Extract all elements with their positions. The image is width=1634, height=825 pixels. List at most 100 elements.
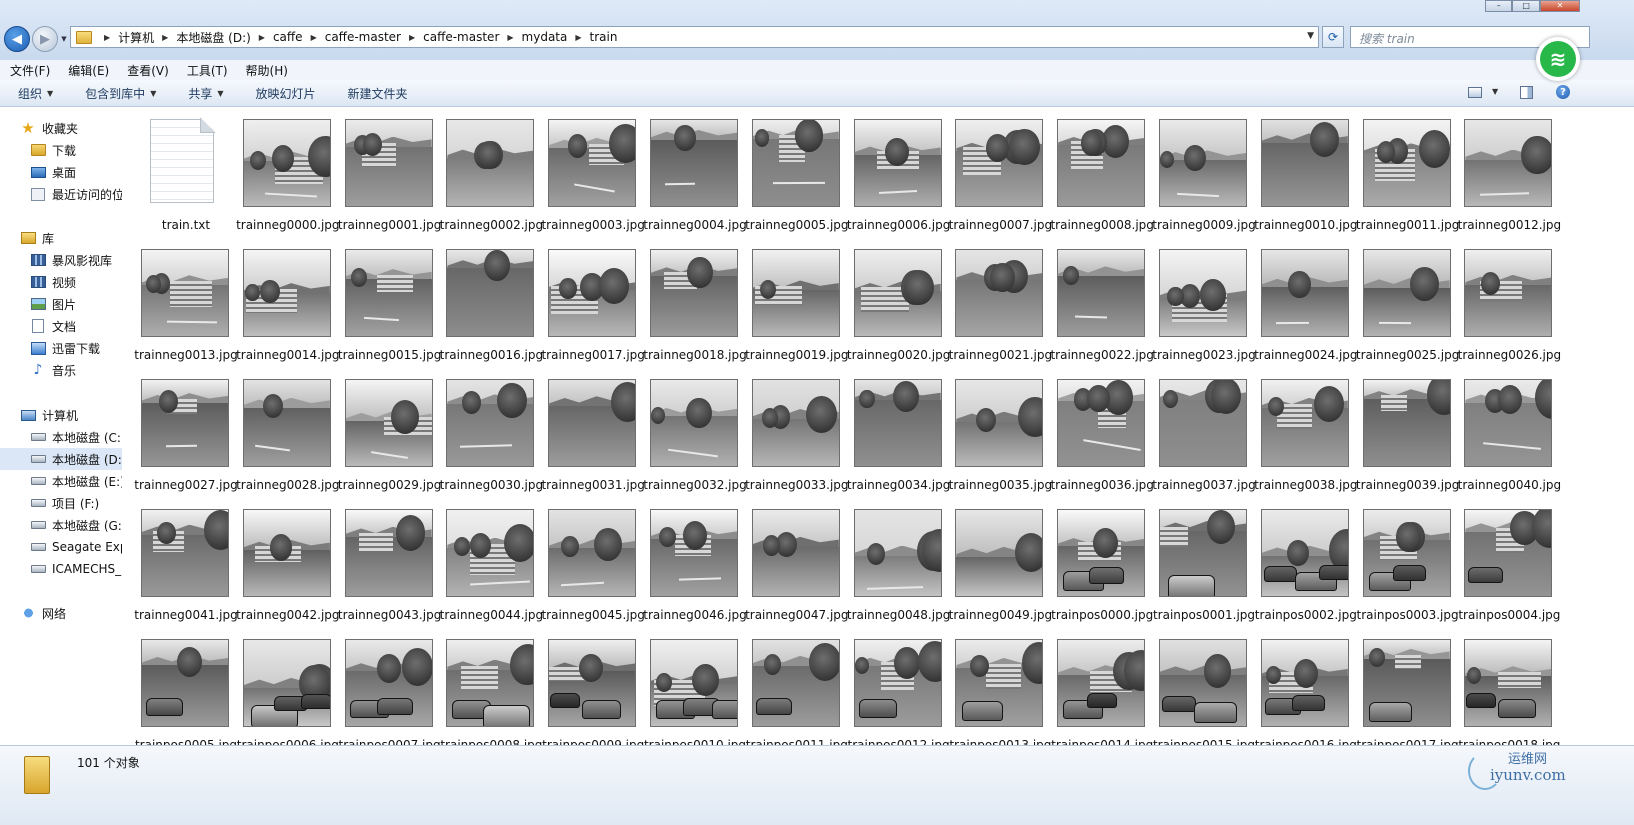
nav-item-drive-g[interactable]: 本地磁盘 (G:)	[0, 514, 122, 536]
nav-item-drive-c[interactable]: 本地磁盘 (C:)	[0, 426, 122, 448]
chevron-right-icon[interactable]: ▶	[311, 33, 317, 42]
file-item[interactable]: trainneg0035.jpg	[949, 375, 1052, 499]
include-in-library-button[interactable]: 包含到库中 ▼	[67, 85, 170, 102]
file-item[interactable]: trainneg0047.jpg	[745, 505, 849, 629]
breadcrumb-item[interactable]: ▶ mydata	[499, 30, 567, 44]
file-item[interactable]: train.txt	[138, 115, 234, 239]
file-item[interactable]: trainneg0021.jpg	[949, 245, 1052, 369]
nav-item-thunder-downloads[interactable]: 迅雷下载	[0, 337, 122, 359]
file-item[interactable]: trainpos0004.jpg	[1458, 505, 1560, 629]
file-item[interactable]: trainneg0031.jpg	[541, 375, 645, 499]
nav-item-documents[interactable]: 文档	[0, 315, 122, 337]
nav-item-pictures[interactable]: 图片	[0, 293, 122, 315]
file-item[interactable]: trainneg0016.jpg	[440, 245, 543, 369]
history-dropdown-icon[interactable]: ▼	[59, 34, 69, 44]
file-item[interactable]: trainneg0025.jpg	[1356, 245, 1459, 369]
menu-item[interactable]: 工具(T)	[177, 62, 236, 79]
file-item[interactable]: trainneg0000.jpg	[236, 115, 340, 239]
file-item[interactable]: trainneg0048.jpg	[847, 505, 950, 629]
nav-item-recent-places[interactable]: 最近访问的位置	[0, 183, 122, 205]
organize-button[interactable]: 组织 ▼	[0, 85, 67, 102]
nav-item-drive-f[interactable]: 项目 (F:)	[0, 492, 122, 514]
file-item[interactable]: trainpos0014.jpg	[1051, 635, 1153, 745]
preview-pane-icon[interactable]	[1520, 86, 1533, 99]
file-item[interactable]: trainpos0006.jpg	[237, 635, 339, 745]
chevron-right-icon[interactable]: ▶	[104, 33, 110, 42]
file-item[interactable]: trainpos0012.jpg	[848, 635, 950, 745]
nav-item-drive-d[interactable]: 本地磁盘 (D:)	[0, 448, 122, 470]
file-item[interactable]: trainpos0010.jpg	[644, 635, 746, 745]
address-dropdown-icon[interactable]: ▼	[1307, 31, 1314, 41]
file-item[interactable]: trainneg0003.jpg	[541, 115, 645, 239]
menu-item[interactable]: 文件(F)	[0, 62, 58, 79]
file-item[interactable]: trainneg0009.jpg	[1152, 115, 1256, 239]
nav-item-desktop[interactable]: 桌面	[0, 161, 122, 183]
new-folder-button[interactable]: 新建文件夹	[330, 85, 422, 102]
back-arrow-icon[interactable]: ◀	[4, 26, 30, 52]
file-item[interactable]: trainneg0011.jpg	[1356, 115, 1459, 239]
chevron-right-icon[interactable]: ▶	[162, 33, 168, 42]
file-item[interactable]: trainneg0044.jpg	[440, 505, 543, 629]
wifi-icon[interactable]: ≋	[1536, 37, 1580, 81]
nav-favorites[interactable]: ★ 收藏夹	[0, 117, 122, 139]
refresh-icon[interactable]: ⟳	[1322, 26, 1344, 48]
address-bar[interactable]: ▶ 计算机 ▶ 本地磁盘 (D:) ▶ caffe ▶ caffe-master ▶ caffe-…	[70, 26, 1319, 48]
breadcrumb-item[interactable]: ▶ caffe-master	[303, 30, 401, 44]
chevron-right-icon[interactable]: ▶	[409, 33, 415, 42]
file-item[interactable]: trainneg0028.jpg	[236, 375, 340, 499]
file-item[interactable]: trainneg0040.jpg	[1458, 375, 1561, 499]
help-icon[interactable]: ?	[1556, 85, 1570, 99]
menu-item[interactable]: 查看(V)	[117, 62, 177, 79]
file-item[interactable]: trainneg0032.jpg	[643, 375, 747, 499]
file-item[interactable]: trainneg0037.jpg	[1152, 375, 1256, 499]
file-item[interactable]: trainpos0016.jpg	[1255, 635, 1357, 745]
file-item[interactable]: trainneg0001.jpg	[338, 115, 441, 239]
file-item[interactable]: trainpos0007.jpg	[339, 635, 441, 745]
file-item[interactable]: trainpos0013.jpg	[949, 635, 1051, 745]
nav-item-music[interactable]: ♪ 音乐	[0, 359, 122, 381]
nav-item-videos[interactable]: 视频	[0, 271, 122, 293]
file-item[interactable]: trainneg0008.jpg	[1050, 115, 1154, 239]
file-item[interactable]: trainneg0026.jpg	[1458, 245, 1561, 369]
file-item[interactable]: trainneg0020.jpg	[847, 245, 950, 369]
file-item[interactable]: trainneg0036.jpg	[1050, 375, 1154, 499]
close-button[interactable]: ✕	[1539, 0, 1580, 12]
file-item[interactable]: trainneg0018.jpg	[643, 245, 747, 369]
change-view-icon[interactable]	[1468, 87, 1482, 98]
minimize-button[interactable]: –	[1485, 0, 1513, 12]
menu-item[interactable]: 帮助(H)	[236, 62, 296, 79]
file-item[interactable]: trainpos0001.jpg	[1153, 505, 1255, 629]
file-item[interactable]: trainpos0000.jpg	[1051, 505, 1153, 629]
file-item[interactable]: trainpos0017.jpg	[1357, 635, 1459, 745]
file-item[interactable]: trainneg0013.jpg	[134, 245, 238, 369]
nav-item-downloads[interactable]: 下载	[0, 139, 122, 161]
breadcrumb-item[interactable]: ▶ train	[567, 30, 617, 44]
file-item[interactable]: trainneg0030.jpg	[440, 375, 543, 499]
file-item[interactable]: trainneg0041.jpg	[134, 505, 238, 629]
file-item[interactable]: trainneg0007.jpg	[949, 115, 1052, 239]
file-item[interactable]: trainneg0027.jpg	[134, 375, 238, 499]
file-item[interactable]: trainneg0034.jpg	[847, 375, 950, 499]
breadcrumb-item[interactable]: ▶ 计算机	[96, 29, 154, 46]
file-item[interactable]: trainpos0003.jpg	[1357, 505, 1459, 629]
file-item[interactable]: trainpos0005.jpg	[135, 635, 237, 745]
slideshow-button[interactable]: 放映幻灯片	[238, 85, 330, 102]
file-item[interactable]: trainneg0006.jpg	[847, 115, 950, 239]
nav-computer[interactable]: 计算机	[0, 404, 122, 426]
file-item[interactable]: trainneg0045.jpg	[541, 505, 645, 629]
file-item[interactable]: trainneg0039.jpg	[1356, 375, 1459, 499]
file-item[interactable]: trainneg0038.jpg	[1254, 375, 1358, 499]
forward-arrow-icon[interactable]: ▶	[32, 26, 58, 52]
file-item[interactable]: trainpos0018.jpg	[1458, 635, 1560, 745]
file-item[interactable]: trainneg0012.jpg	[1458, 115, 1561, 239]
menu-item[interactable]: 编辑(E)	[58, 62, 117, 79]
nav-item-baofeng-library[interactable]: 暴风影视库	[0, 249, 122, 271]
nav-network[interactable]: 网络	[0, 602, 122, 624]
file-item[interactable]: trainneg0019.jpg	[745, 245, 849, 369]
share-button[interactable]: 共享 ▼	[170, 85, 237, 102]
nav-item-seagate[interactable]: Seagate Expansion Drive	[0, 536, 122, 558]
file-item[interactable]: trainneg0002.jpg	[440, 115, 543, 239]
file-item[interactable]: trainneg0023.jpg	[1152, 245, 1256, 369]
file-item[interactable]: trainneg0014.jpg	[236, 245, 340, 369]
file-item[interactable]: trainneg0024.jpg	[1254, 245, 1358, 369]
